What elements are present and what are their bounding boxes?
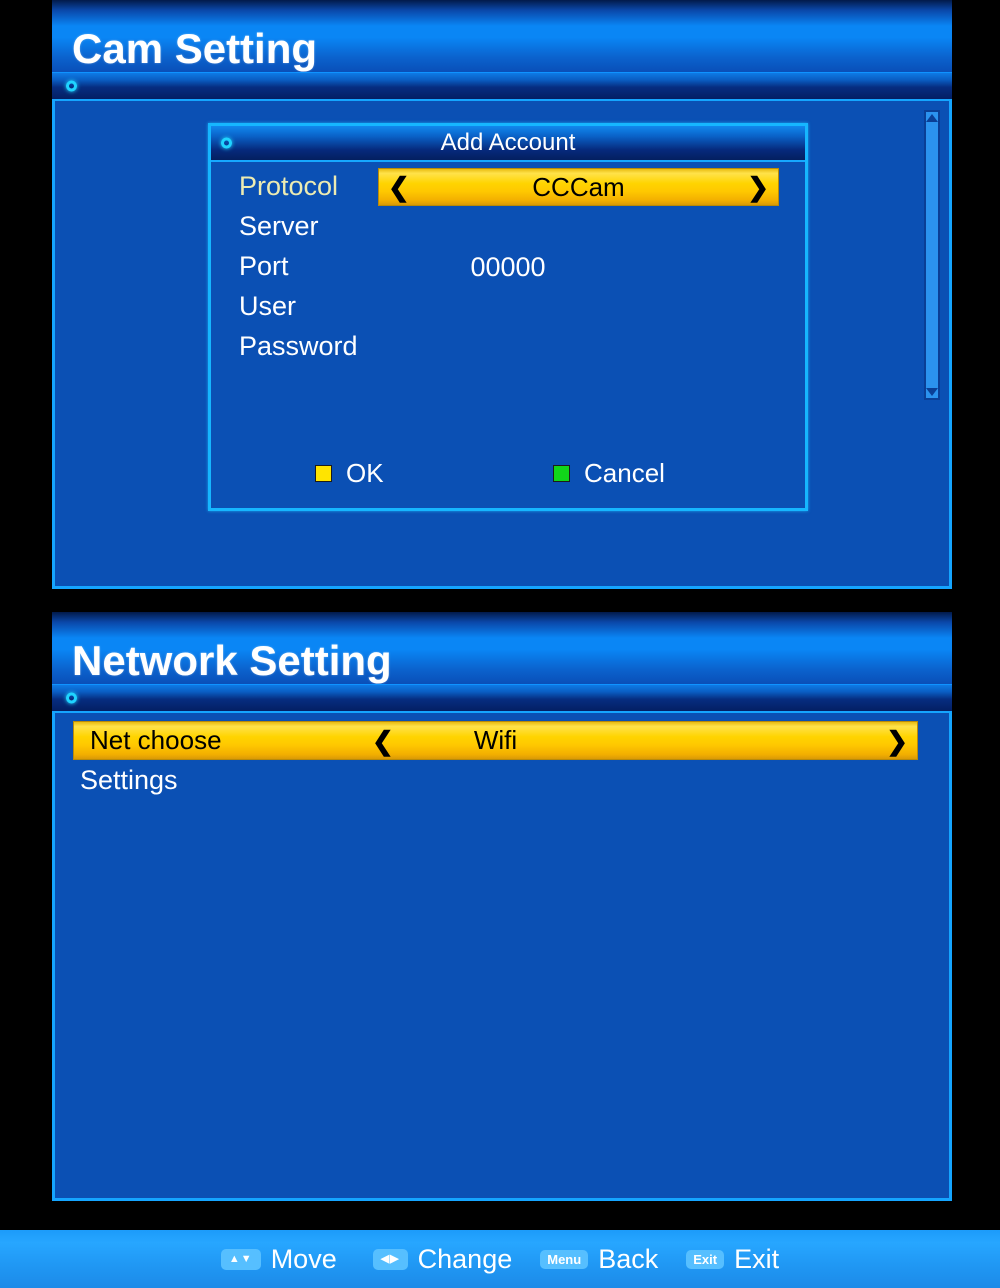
- cancel-button-label: Cancel: [584, 458, 665, 488]
- field-label-port: Port: [239, 251, 289, 281]
- chevron-right-icon[interactable]: ❯: [747, 174, 769, 200]
- field-label-user: User: [239, 291, 297, 321]
- chevron-right-icon[interactable]: ❯: [886, 728, 908, 754]
- ring-icon: [66, 692, 77, 704]
- status-bar: ▲▼ Move ◀▶ Change Menu Back Exit Exit: [0, 1230, 1000, 1288]
- hint-back[interactable]: Menu Back: [540, 1244, 658, 1275]
- hint-exit[interactable]: Exit Exit: [686, 1244, 779, 1275]
- yellow-key-icon: [315, 465, 332, 482]
- screen-network-setting: Network Setting Net choose ❮ Wifi ❯ Sett…: [52, 612, 952, 1201]
- list-item-settings[interactable]: Settings: [55, 763, 949, 803]
- network-screen-body: Net choose ❮ Wifi ❯ Settings: [52, 711, 952, 1201]
- left-right-arrows-icon: ◀▶: [372, 1248, 408, 1270]
- dialog-title: Add Account: [440, 129, 576, 156]
- page-title: Network Setting: [72, 637, 392, 684]
- form-row-server[interactable]: Server: [211, 208, 805, 248]
- cam-title-band: Cam Setting: [52, 0, 952, 72]
- add-account-dialog: Add Account Protocol ❮ CCCam ❯ Server Po…: [208, 123, 808, 511]
- menu-key-badge: Menu: [540, 1249, 589, 1269]
- cancel-button[interactable]: Cancel: [553, 458, 665, 489]
- form-row-protocol[interactable]: Protocol ❮ CCCam ❯: [211, 168, 805, 208]
- form-row-password[interactable]: Password: [211, 328, 805, 368]
- hint-change-label: Change: [417, 1243, 513, 1274]
- net-choose-label: Net choose: [90, 725, 222, 755]
- exit-key-badge: Exit: [686, 1249, 725, 1269]
- list-item-net-choose[interactable]: Net choose ❮ Wifi ❯: [55, 721, 949, 761]
- protocol-selector[interactable]: ❮ CCCam ❯: [378, 168, 779, 206]
- dialog-body: Protocol ❮ CCCam ❯ Server Port 00000 Use…: [211, 162, 805, 508]
- hint-change[interactable]: ◀▶ Change: [372, 1243, 513, 1275]
- hint-exit-label: Exit: [734, 1243, 780, 1274]
- up-down-arrows-icon: ▲▼: [220, 1248, 261, 1270]
- field-value-port: 00000: [470, 252, 546, 282]
- hint-move-label: Move: [270, 1243, 337, 1274]
- green-key-icon: [553, 465, 570, 482]
- screen-cam-setting: Cam Setting Add Account Protocol ❮ CCCam…: [52, 0, 952, 589]
- field-label-password: Password: [239, 331, 358, 361]
- hint-back-label: Back: [598, 1243, 659, 1274]
- field-label-protocol: Protocol: [239, 171, 339, 201]
- protocol-value: CCCam: [532, 171, 625, 202]
- ring-icon: [66, 80, 77, 92]
- net-choose-selector[interactable]: Net choose ❮ Wifi ❯: [73, 721, 918, 760]
- scroll-down-arrow-icon[interactable]: [926, 388, 938, 396]
- network-title-band: Network Setting: [52, 612, 952, 684]
- network-subheader: [52, 684, 952, 711]
- form-row-user[interactable]: User: [211, 288, 805, 328]
- cam-screen-body: Add Account Protocol ❮ CCCam ❯ Server Po…: [52, 99, 952, 589]
- ok-button[interactable]: OK: [315, 458, 384, 489]
- cam-subheader: [52, 72, 952, 99]
- scroll-up-arrow-icon[interactable]: [926, 114, 938, 122]
- form-row-port[interactable]: Port 00000: [211, 248, 805, 288]
- hint-move[interactable]: ▲▼ Move: [220, 1243, 337, 1275]
- vertical-scrollbar[interactable]: [924, 110, 940, 400]
- chevron-left-icon[interactable]: ❮: [372, 728, 394, 754]
- chevron-left-icon[interactable]: ❮: [388, 174, 410, 200]
- dialog-titlebar: Add Account: [211, 126, 805, 162]
- field-label-server: Server: [239, 211, 319, 241]
- ok-button-label: OK: [346, 458, 384, 488]
- settings-label: Settings: [80, 765, 178, 795]
- page-title: Cam Setting: [72, 25, 318, 72]
